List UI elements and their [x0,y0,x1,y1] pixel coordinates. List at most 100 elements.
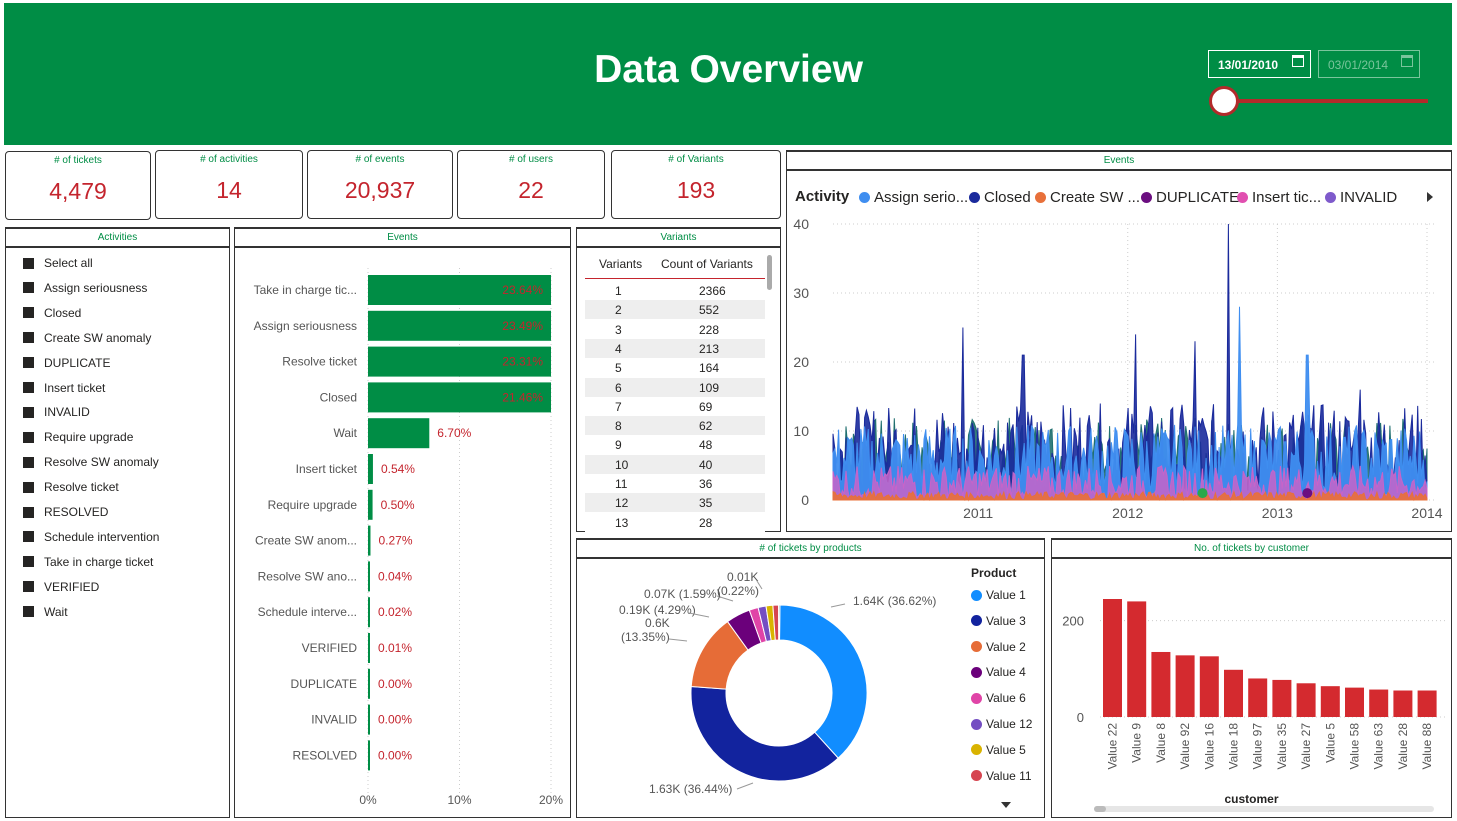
scrollbar-thumb[interactable] [1094,806,1106,812]
legend-item[interactable]: Closed [969,189,1031,206]
legend-item[interactable]: Value 3 [971,614,1026,628]
activity-item[interactable]: Insert ticket [23,379,105,397]
date-slider-handle[interactable] [1209,86,1239,116]
legend-item[interactable]: Value 12 [971,717,1032,731]
legend-item[interactable]: Value 4 [971,665,1026,679]
activity-item[interactable]: Create SW anomaly [23,329,151,347]
activity-item[interactable]: Wait [23,603,68,621]
legend-item[interactable]: Value 11 [971,769,1032,783]
legend-item[interactable]: INVALID [1325,189,1397,206]
activity-item[interactable]: Resolve SW anomaly [23,453,159,471]
activity-item[interactable]: Resolve ticket [23,478,119,496]
legend-item[interactable]: Value 5 [971,743,1026,757]
table-row[interactable]: 2 552 [585,300,765,320]
table-row[interactable]: 12 35 [585,493,765,513]
bar[interactable] [1248,678,1268,717]
data-point[interactable] [1197,488,1208,499]
table-row[interactable]: 10 40 [585,454,765,474]
start-date-field[interactable]: 13/01/2010 [1208,50,1311,78]
checkbox[interactable] [23,581,34,593]
checkbox[interactable] [23,357,34,369]
bar[interactable] [1127,601,1147,717]
bar[interactable] [1103,599,1122,717]
activity-item[interactable]: DUPLICATE [23,354,110,372]
bar[interactable] [1369,689,1389,717]
table-row[interactable]: 1 2366 [585,281,765,300]
checkbox[interactable] [23,307,34,319]
table-row[interactable]: 8 62 [585,416,765,436]
horizontal-scrollbar[interactable] [1094,806,1434,812]
checkbox[interactable] [23,282,34,294]
calendar-icon[interactable] [1292,55,1304,67]
activity-item[interactable]: Schedule intervention [23,528,159,546]
bar[interactable] [1151,651,1171,717]
bar[interactable] [1417,690,1437,717]
checkbox[interactable] [23,606,34,618]
table-row[interactable]: 5 164 [585,358,765,378]
legend-item[interactable]: Value 6 [971,691,1026,705]
table-row[interactable]: 6 109 [585,377,765,397]
legend-next-icon[interactable] [1427,192,1433,202]
table-row[interactable]: 4 213 [585,338,765,358]
table-scrollbar[interactable] [767,255,772,290]
bar[interactable] [368,740,370,771]
checkbox[interactable] [23,481,34,493]
checkbox[interactable] [23,456,34,468]
activity-item[interactable]: VERIFIED [23,578,99,596]
bar[interactable] [1199,656,1219,717]
calendar-icon[interactable] [1401,55,1413,67]
bar[interactable] [368,418,430,449]
checkbox[interactable] [23,406,34,418]
bar[interactable] [1393,690,1413,717]
activity-item[interactable]: Require upgrade [23,428,133,446]
table-row[interactable]: 7 69 [585,396,765,416]
count-col-header[interactable]: Count of Variants [661,257,753,271]
checkbox[interactable] [23,382,34,393]
activity-item[interactable]: RESOLVED [23,503,108,521]
legend-more-icon[interactable] [1001,802,1011,808]
bar[interactable] [1175,655,1195,717]
bar[interactable] [368,668,370,699]
pie-slice[interactable] [690,685,839,782]
bar[interactable] [368,597,370,628]
activity-item[interactable]: Closed [23,304,81,322]
category-label: INVALID [311,713,357,727]
table-row[interactable]: 11 36 [585,474,765,493]
bar[interactable] [1272,679,1292,717]
bar[interactable] [368,525,371,556]
activity-item[interactable]: Select all [23,254,93,272]
legend-item[interactable]: Value 2 [971,640,1026,654]
pie-slice[interactable] [779,604,868,759]
pie-slice[interactable] [778,604,781,641]
checkbox[interactable] [23,257,34,269]
checkbox[interactable] [23,506,34,518]
legend-item[interactable]: Assign serio... [859,189,968,206]
activity-item[interactable]: Assign seriousness [23,279,147,297]
bar[interactable] [1224,669,1243,717]
bar[interactable] [368,561,370,592]
activity-item[interactable]: INVALID [23,403,90,421]
bar[interactable] [368,454,373,484]
variants-col-header[interactable]: Variants [599,257,642,271]
bar[interactable] [1296,683,1316,717]
bar[interactable] [1345,687,1364,717]
data-point[interactable] [1302,488,1313,499]
legend-item[interactable]: DUPLICATE [1141,189,1239,206]
bar[interactable] [368,704,370,735]
legend-item[interactable]: Insert tic... [1237,189,1321,206]
table-row[interactable]: 3 228 [585,319,765,339]
bar[interactable] [368,489,373,520]
bar[interactable] [368,633,370,663]
legend-item[interactable]: Create SW ... [1035,189,1140,206]
date-slider-track[interactable] [1225,99,1428,103]
bar[interactable] [1320,686,1340,717]
activity-item[interactable]: Take in charge ticket [23,553,153,571]
checkbox[interactable] [23,431,34,443]
table-row[interactable]: 9 48 [585,435,765,455]
checkbox[interactable] [23,556,34,568]
end-date-field[interactable]: 03/01/2014 [1318,50,1420,78]
checkbox[interactable] [23,332,34,344]
legend-item[interactable]: Value 1 [971,588,1026,602]
table-row[interactable]: 13 28 [585,512,765,532]
checkbox[interactable] [23,531,34,543]
